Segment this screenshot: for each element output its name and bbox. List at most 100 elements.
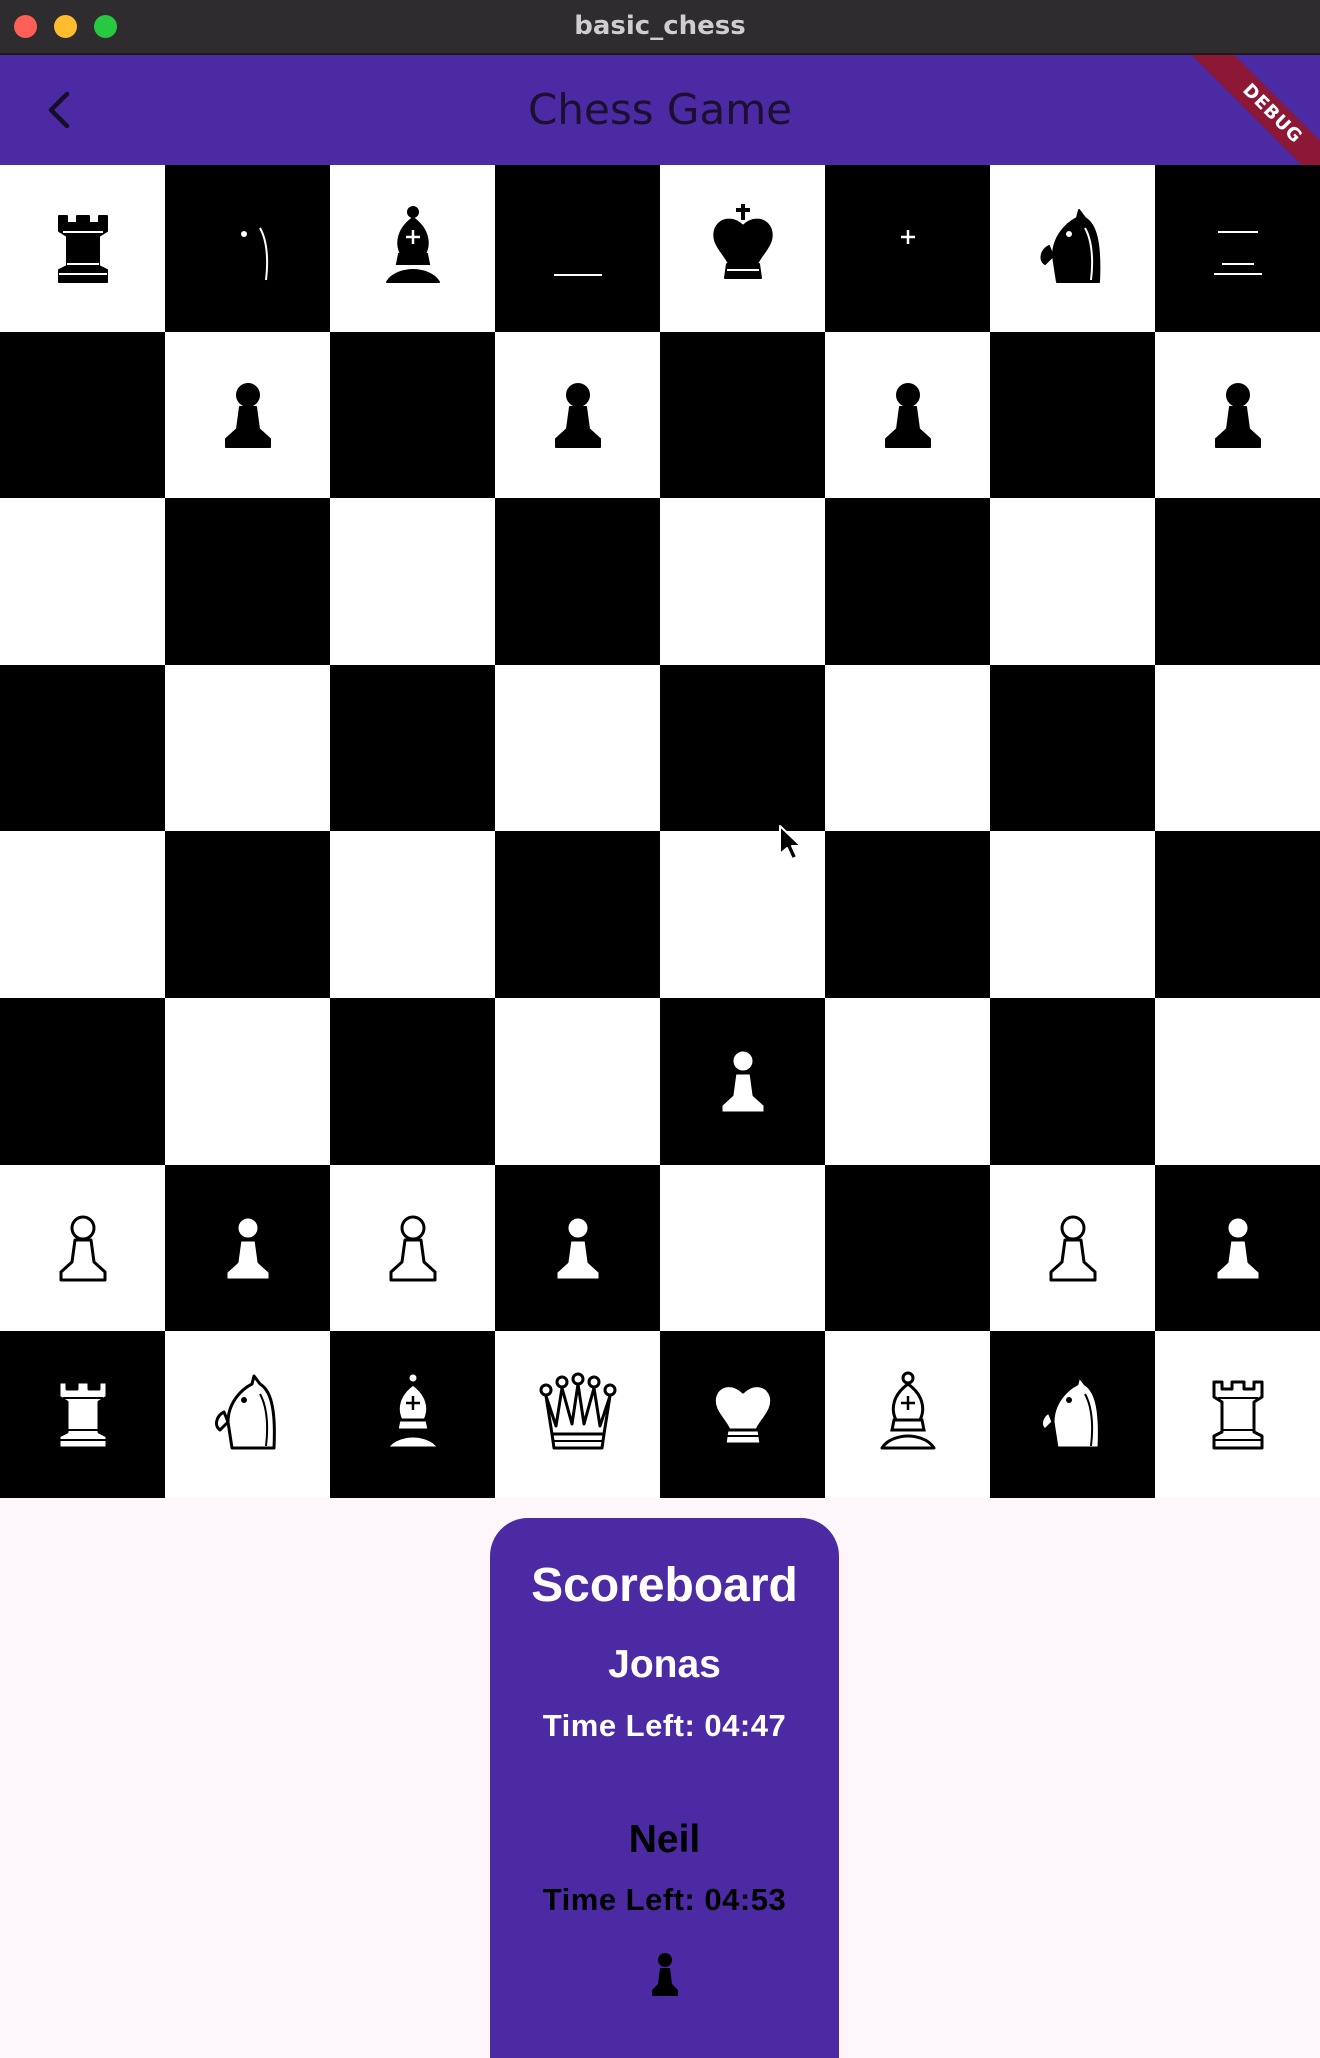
window-titlebar: basic_chess: [0, 0, 1320, 55]
square-a2[interactable]: [0, 1164, 165, 1332]
square-d4[interactable]: [495, 831, 660, 998]
app-bar: Chess Game DEBUG: [0, 55, 1320, 165]
player-2-name: Neil: [628, 1818, 701, 1861]
square-h4[interactable]: [1155, 831, 1320, 998]
white-pawn-icon: [554, 1215, 601, 1282]
black-pawn-icon: [224, 382, 271, 448]
square-b1[interactable]: [165, 1331, 330, 1498]
black-rook-icon: [57, 215, 108, 284]
square-f7[interactable]: [825, 331, 990, 499]
black-knight-icon: [215, 209, 275, 284]
square-c1[interactable]: [330, 1331, 495, 1498]
white-pawn-icon: [389, 1215, 436, 1282]
square-f2[interactable]: [825, 1164, 990, 1332]
square-g6[interactable]: [990, 498, 1155, 665]
square-g8[interactable]: [990, 165, 1155, 332]
square-c5[interactable]: [330, 664, 495, 832]
square-f1[interactable]: [825, 1331, 990, 1498]
window-title: basic_chess: [574, 11, 746, 41]
square-g7[interactable]: [990, 331, 1155, 499]
white-king-icon: [712, 1370, 773, 1446]
square-c6[interactable]: [330, 498, 495, 665]
black-pawn-icon: [59, 382, 106, 448]
square-f6[interactable]: [825, 498, 990, 665]
black-pawn-icon: [554, 382, 601, 448]
square-e3[interactable]: [660, 997, 825, 1165]
square-d2[interactable]: [495, 1164, 660, 1332]
black-bishop-icon: [385, 206, 440, 284]
black-rook-icon: [1212, 215, 1263, 284]
square-c4[interactable]: [330, 831, 495, 998]
square-e7[interactable]: [660, 331, 825, 499]
square-h5[interactable]: [1155, 664, 1320, 832]
white-pawn-icon: [1214, 1215, 1261, 1282]
square-h2[interactable]: [1155, 1164, 1320, 1332]
square-a7[interactable]: [0, 331, 165, 499]
black-pawn-icon: [1049, 382, 1096, 448]
square-e2[interactable]: [660, 1164, 825, 1332]
square-f3[interactable]: [825, 997, 990, 1165]
square-d1[interactable]: [495, 1331, 660, 1498]
square-h6[interactable]: [1155, 498, 1320, 665]
mouse-cursor-icon: [779, 825, 802, 860]
square-c7[interactable]: [330, 331, 495, 499]
white-pawn-icon: [1049, 1215, 1096, 1282]
square-e5[interactable]: [660, 664, 825, 832]
square-b8[interactable]: [165, 165, 330, 332]
square-b6[interactable]: [165, 498, 330, 665]
player-2-time: Time Left: 04:53: [542, 1882, 787, 1917]
black-pawn-icon: [719, 716, 766, 782]
square-c2[interactable]: [330, 1164, 495, 1332]
white-queen-icon: [539, 1372, 616, 1450]
square-g2[interactable]: [990, 1164, 1155, 1332]
square-h1[interactable]: [1155, 1331, 1320, 1498]
square-h7[interactable]: [1155, 331, 1320, 499]
square-c8[interactable]: [330, 165, 495, 332]
square-a8[interactable]: [0, 165, 165, 332]
white-pawn-icon: [719, 1048, 766, 1115]
square-a1[interactable]: [0, 1331, 165, 1498]
scoreboard-title: Scoreboard: [531, 1559, 798, 1612]
square-h3[interactable]: [1155, 997, 1320, 1165]
square-g1[interactable]: [990, 1331, 1155, 1498]
black-pawn-icon: [389, 382, 436, 448]
square-f5[interactable]: [825, 664, 990, 832]
square-g5[interactable]: [990, 664, 1155, 832]
square-d6[interactable]: [495, 498, 660, 665]
square-g4[interactable]: [990, 831, 1155, 998]
square-e8[interactable]: [660, 165, 825, 332]
black-pawn-icon: [884, 382, 931, 448]
white-bishop-icon: [385, 1371, 440, 1450]
black-pawn-icon: [1214, 382, 1261, 448]
square-b4[interactable]: [165, 831, 330, 998]
square-f8[interactable]: [825, 165, 990, 332]
square-d3[interactable]: [495, 997, 660, 1165]
white-pawn-icon: [59, 1215, 106, 1282]
black-king-icon: [712, 204, 773, 280]
square-d7[interactable]: [495, 331, 660, 499]
square-f4[interactable]: [825, 831, 990, 998]
scoreboard-panel: Scoreboard Jonas Time Left: 04:47 Neil T…: [490, 1518, 839, 2058]
square-c3[interactable]: [330, 997, 495, 1165]
square-d5[interactable]: [495, 664, 660, 832]
square-a5[interactable]: [0, 664, 165, 832]
white-rook-icon: [57, 1380, 108, 1450]
square-b2[interactable]: [165, 1164, 330, 1332]
black-pawn-icon: [719, 382, 766, 448]
square-e6[interactable]: [660, 498, 825, 665]
square-g3[interactable]: [990, 997, 1155, 1165]
square-e1[interactable]: [660, 1331, 825, 1498]
chess-board: [0, 165, 1320, 1498]
square-a6[interactable]: [0, 498, 165, 665]
white-rook-icon: [1212, 1380, 1263, 1450]
black-pawn-icon: [652, 1953, 678, 1996]
square-a3[interactable]: [0, 997, 165, 1165]
square-b7[interactable]: [165, 331, 330, 499]
square-b3[interactable]: [165, 997, 330, 1165]
square-a4[interactable]: [0, 831, 165, 998]
square-b5[interactable]: [165, 664, 330, 832]
player-1-name: Jonas: [608, 1643, 721, 1686]
black-queen-icon: [539, 207, 616, 284]
square-h8[interactable]: [1155, 165, 1320, 332]
square-d8[interactable]: [495, 165, 660, 332]
